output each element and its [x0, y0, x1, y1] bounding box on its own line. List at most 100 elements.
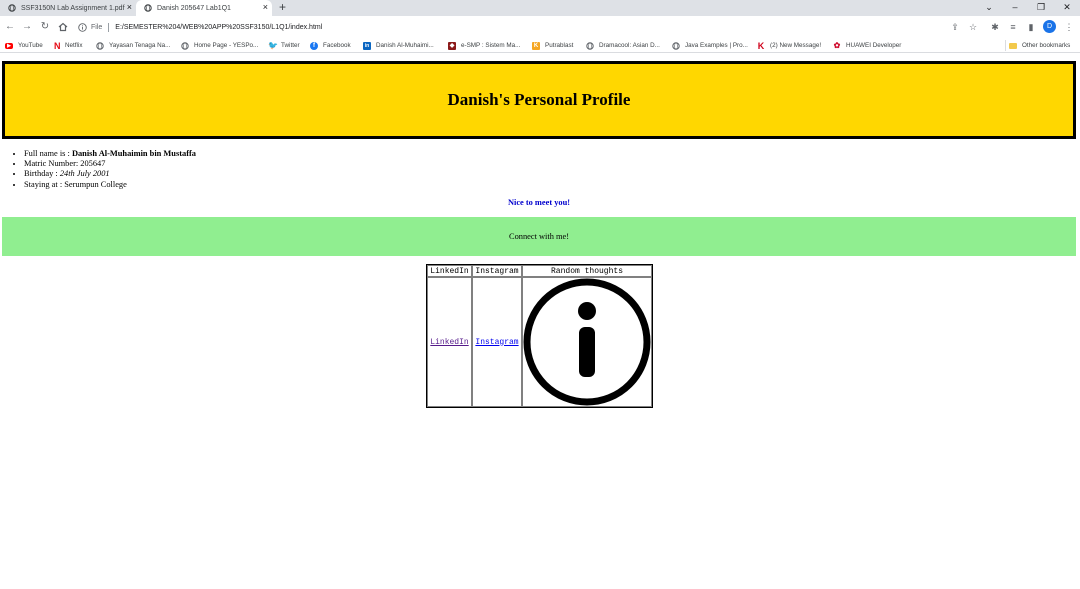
greeting-text: Nice to meet you!	[507, 198, 571, 207]
reading-list-icon[interactable]: ≡	[1006, 20, 1020, 34]
tab-pdf[interactable]: SSF3150N Lab Assignment 1.pdf ×	[0, 0, 136, 16]
globe-icon	[672, 41, 680, 50]
connect-text: Connect with me!	[508, 232, 569, 241]
side-panel-icon[interactable]: ▮	[1024, 20, 1038, 34]
close-tab-icon[interactable]: ×	[127, 3, 132, 12]
bookmark-youtube[interactable]: ▶ YouTube	[5, 40, 43, 51]
folder-icon	[1009, 42, 1017, 49]
info-icon	[523, 278, 651, 406]
table-header-row: LinkedIn Instagram Random thoughts	[427, 265, 652, 277]
linkedin-link[interactable]: LinkedIn	[430, 338, 468, 347]
profile-avatar[interactable]: D	[1043, 20, 1056, 33]
close-tab-icon[interactable]: ×	[263, 3, 268, 12]
bookmark-twitter[interactable]: 🐦 Twitter	[268, 40, 300, 51]
bookmark-putrablast[interactable]: K Putrablast	[532, 40, 573, 51]
column-header-random-thoughts: Random thoughts	[522, 265, 652, 277]
tab-strip: SSF3150N Lab Assignment 1.pdf × Danish 2…	[0, 0, 1080, 16]
back-button[interactable]: ←	[3, 20, 17, 34]
globe-icon	[8, 4, 16, 12]
bookmark-facebook[interactable]: f Facebook	[310, 40, 351, 51]
new-tab-button[interactable]: +	[279, 1, 286, 14]
instagram-link[interactable]: Instagram	[475, 338, 518, 347]
globe-icon	[96, 41, 104, 50]
bookmark-label: (2) New Message!	[770, 42, 822, 49]
minimize-button[interactable]: –	[1004, 0, 1026, 16]
bookmark-esmp[interactable]: ◆ e-SMP : Sistem Ma...	[448, 40, 520, 51]
bookmark-label: Other bookmarks	[1022, 42, 1071, 49]
bookmark-label: Netflix	[65, 42, 83, 49]
shield-icon: ◆	[448, 41, 456, 50]
twitter-icon: 🐦	[268, 40, 278, 50]
profile-header: Danish's Personal Profile	[2, 61, 1076, 139]
birthday-label: Birthday :	[24, 169, 60, 179]
bookmark-yayasan[interactable]: Yayasan Tenaga Na...	[96, 40, 170, 51]
full-name-label: Full name is :	[24, 149, 72, 158]
chevron-down-icon[interactable]: ⌄	[978, 0, 1000, 16]
tab-title: SSF3150N Lab Assignment 1.pdf	[21, 4, 125, 12]
huawei-icon: ✿	[833, 40, 841, 50]
close-window-button[interactable]: ✕	[1056, 0, 1078, 16]
bookmark-label: Danish Al-Muhaimi...	[376, 42, 434, 49]
linkedin-cell: LinkedIn	[427, 277, 472, 407]
full-name-value: Danish Al-Muhaimin bin Mustaffa	[71, 149, 196, 158]
table-row: LinkedIn Instagram	[427, 277, 652, 407]
extensions-icon[interactable]: ✱	[988, 20, 1002, 34]
bookmark-label: Home Page - YESPo...	[194, 42, 259, 49]
column-header-instagram: Instagram	[472, 265, 522, 277]
bookmark-new-message[interactable]: K (2) New Message!	[757, 40, 821, 51]
bookmark-label: HUAWEI Developer	[846, 42, 902, 49]
putrablast-icon: K	[532, 41, 540, 50]
k-icon: K	[757, 40, 765, 51]
home-icon	[58, 22, 68, 32]
forward-button[interactable]: →	[20, 20, 34, 34]
list-item-birthday: Birthday : 24th July 2001	[24, 169, 196, 179]
bookmark-label: Java Examples | Pro...	[685, 42, 748, 49]
url-scheme-label: File	[91, 23, 103, 31]
bookmark-netflix[interactable]: N Netflix	[54, 40, 83, 51]
bookmark-linkedin[interactable]: in Danish Al-Muhaimi...	[363, 40, 434, 51]
star-icon[interactable]: ☆	[966, 20, 980, 34]
share-icon[interactable]: ⇪	[948, 20, 962, 34]
address-bar[interactable]: File E:/SEMESTER%204/WEB%20APP%20SSF3150…	[78, 19, 938, 35]
list-item-full-name: Full name is : Danish Al-Muhaimin bin Mu…	[24, 149, 196, 159]
more-menu-icon[interactable]: ⋮	[1062, 20, 1076, 34]
reload-button[interactable]: ↻	[38, 20, 52, 34]
bookmark-yespo[interactable]: Home Page - YESPo...	[181, 40, 258, 51]
bookmark-dramacool[interactable]: Dramacool: Asian D...	[586, 40, 660, 51]
bookmark-java-examples[interactable]: Java Examples | Pro...	[672, 40, 748, 51]
bookmark-huawei[interactable]: ✿ HUAWEI Developer	[833, 40, 902, 51]
list-item-staying: Staying at : Serumpun College	[24, 180, 196, 190]
youtube-icon: ▶	[5, 42, 13, 49]
bookmark-label: Facebook	[323, 42, 351, 49]
bookmark-label: Putrablast	[545, 42, 574, 49]
profile-info-list: Full name is : Danish Al-Muhaimin bin Mu…	[24, 149, 196, 190]
bookmark-label: Twitter	[281, 42, 300, 49]
bookmark-other-folder[interactable]: Other bookmarks	[1005, 40, 1070, 51]
globe-icon	[586, 41, 594, 50]
random-thoughts-cell	[522, 277, 652, 407]
home-button[interactable]	[56, 20, 70, 34]
bookmarks-bar: ▶ YouTube N Netflix Yayasan Tenaga Na...…	[0, 38, 1080, 53]
instagram-cell: Instagram	[472, 277, 522, 407]
browser-toolbar: ← → ↻ File E:/SEMESTER%204/WEB%20APP%20S…	[0, 16, 1080, 38]
list-item-matric: Matric Number: 205647	[24, 159, 196, 169]
facebook-icon: f	[310, 41, 318, 50]
bookmark-label: e-SMP : Sistem Ma...	[461, 42, 521, 49]
globe-icon	[144, 4, 152, 12]
linkedin-icon: in	[363, 41, 371, 50]
url-text: E:/SEMESTER%204/WEB%20APP%20SSF3150/L1Q1…	[115, 23, 323, 31]
tab-title: Danish 205647 Lab1Q1	[157, 4, 231, 12]
restore-button[interactable]: ❐	[1030, 0, 1052, 16]
tab-active[interactable]: Danish 205647 Lab1Q1 ×	[136, 0, 272, 16]
bookmark-label: YouTube	[18, 42, 43, 49]
social-links-table: LinkedIn Instagram Random thoughts Linke…	[426, 264, 653, 408]
netflix-icon: N	[54, 40, 61, 51]
page-title: Danish's Personal Profile	[447, 90, 631, 109]
globe-icon	[181, 41, 189, 50]
divider	[108, 22, 110, 32]
birthday-value: 24th July 2001	[59, 169, 110, 179]
bookmark-label: Yayasan Tenaga Na...	[109, 42, 171, 49]
connect-banner: Connect with me!	[2, 217, 1076, 256]
web-page: Danish's Personal Profile Full name is :…	[0, 54, 1080, 589]
bookmark-label: Dramacool: Asian D...	[599, 42, 660, 49]
